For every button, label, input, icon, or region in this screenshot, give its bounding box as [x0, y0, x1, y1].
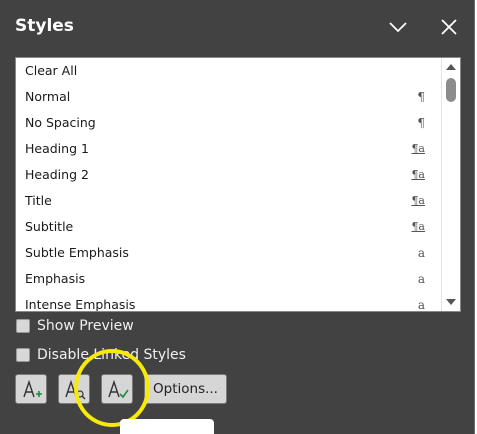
- new-style-button[interactable]: [15, 374, 47, 404]
- linked-style-icon: ¶a: [411, 142, 425, 155]
- style-name: Heading 2: [25, 167, 89, 182]
- style-item-subtle-emphasis[interactable]: Subtle Emphasis a: [16, 240, 443, 266]
- style-item-emphasis[interactable]: Emphasis a: [16, 266, 443, 292]
- manage-styles-button[interactable]: [101, 374, 133, 404]
- linked-style-icon: ¶a: [411, 194, 425, 207]
- checkbox-box[interactable]: [16, 348, 30, 362]
- style-name: No Spacing: [25, 115, 96, 130]
- chevron-down-icon: [389, 22, 407, 33]
- styles-list[interactable]: Clear All Normal ¶ No Spacing ¶ Heading …: [15, 57, 461, 312]
- character-style-icon: a: [417, 272, 425, 286]
- pane-options-button[interactable]: [385, 14, 411, 40]
- style-inspector-icon: [65, 379, 86, 400]
- options-button[interactable]: Options...: [144, 374, 227, 404]
- style-item-heading-2[interactable]: Heading 2 ¶a: [16, 162, 443, 188]
- style-item-clear-all[interactable]: Clear All: [16, 58, 443, 84]
- bottom-edge-strip: [120, 419, 214, 434]
- style-item-intense-emphasis[interactable]: Intense Emphasis a: [16, 292, 443, 312]
- show-preview-label: Show Preview: [37, 318, 134, 334]
- scroll-up-icon[interactable]: [445, 61, 457, 73]
- disable-linked-styles-label: Disable Linked Styles: [37, 347, 186, 363]
- scroll-down-icon[interactable]: [445, 296, 457, 308]
- pane-title: Styles: [15, 16, 74, 36]
- style-name: Heading 1: [25, 141, 89, 156]
- close-pane-button[interactable]: [436, 14, 462, 40]
- style-name: Clear All: [25, 63, 78, 78]
- style-item-heading-1[interactable]: Heading 1 ¶a: [16, 136, 443, 162]
- style-item-no-spacing[interactable]: No Spacing ¶: [16, 110, 443, 136]
- linked-style-icon: ¶a: [411, 168, 425, 181]
- show-preview-checkbox[interactable]: Show Preview: [16, 318, 134, 334]
- manage-styles-icon: [108, 379, 129, 399]
- style-name: Subtitle: [25, 219, 74, 234]
- style-inspector-button[interactable]: [58, 374, 90, 404]
- style-item-title[interactable]: Title ¶a: [16, 188, 443, 214]
- new-style-icon: [23, 379, 42, 398]
- scroll-thumb[interactable]: [446, 78, 456, 102]
- linked-style-icon: ¶a: [411, 220, 425, 233]
- checkbox-box[interactable]: [16, 319, 30, 333]
- disable-linked-styles-checkbox[interactable]: Disable Linked Styles: [16, 347, 186, 363]
- style-item-normal[interactable]: Normal ¶: [16, 84, 443, 110]
- paragraph-style-icon: ¶: [417, 90, 425, 104]
- style-name: Emphasis: [25, 271, 86, 286]
- style-name: Title: [25, 193, 52, 208]
- style-name: Normal: [25, 89, 71, 104]
- styles-pane: Styles Clear All Normal ¶ No Spacing ¶ H: [0, 0, 475, 434]
- close-icon: [441, 19, 457, 35]
- style-item-subtitle[interactable]: Subtitle ¶a: [16, 214, 443, 240]
- style-name: Intense Emphasis: [25, 297, 136, 312]
- character-style-icon: a: [417, 246, 425, 260]
- character-style-icon: a: [417, 298, 425, 312]
- vertical-scrollbar[interactable]: [441, 58, 460, 311]
- style-name: Subtle Emphasis: [25, 245, 129, 260]
- paragraph-style-icon: ¶: [417, 116, 425, 130]
